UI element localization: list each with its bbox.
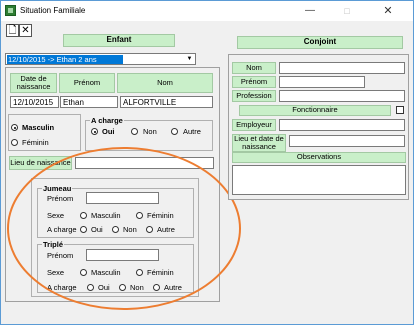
conjoint-employeur-button[interactable]: Employeur	[232, 119, 276, 131]
fonctionnaire-checkbox[interactable]	[396, 106, 404, 114]
enfant-selector-value: 12/10/2015 -> Ethan 2 ans	[7, 55, 123, 64]
jumeau-oui-radio[interactable]	[80, 226, 87, 233]
jumeau-non-label: Non	[123, 225, 137, 234]
triple-prenom-label: Prénom	[47, 251, 74, 260]
observations-button[interactable]: Observations	[232, 152, 406, 163]
lieu-naissance-field[interactable]	[75, 157, 214, 169]
triple-non-radio[interactable]	[119, 284, 126, 291]
jumeau-feminin-radio[interactable]	[136, 212, 143, 219]
a-charge-non-radio[interactable]	[131, 128, 138, 135]
jumeau-sexe-label: Sexe	[47, 211, 65, 220]
chevron-down-icon[interactable]: ▼	[185, 55, 194, 64]
jumeau-prenom-label: Prénom	[47, 194, 74, 203]
a-charge-oui-label: Oui	[102, 127, 115, 136]
triple-a-charge-label: A charge	[47, 283, 77, 292]
prenom-field[interactable]: Ethan	[60, 96, 118, 108]
jumeau-oui-label: Oui	[91, 225, 103, 234]
delete-icon[interactable]: ✕	[19, 24, 32, 37]
jumeau-autre-label: Autre	[157, 225, 175, 234]
enfant-header-button[interactable]: Enfant	[63, 34, 175, 47]
enfant-selector[interactable]: 12/10/2015 -> Ethan 2 ans ▼	[5, 53, 196, 65]
close-button[interactable]: ✕	[371, 1, 405, 21]
lieu-naissance-button[interactable]: Lieu de naissance	[9, 156, 72, 170]
masculin-radio[interactable]	[11, 124, 18, 131]
conjoint-prenom-button[interactable]: Prénom	[232, 76, 276, 88]
triple-non-label: Non	[130, 283, 144, 292]
maximize-button[interactable]: □	[330, 1, 364, 21]
triple-feminin-radio[interactable]	[136, 269, 143, 276]
a-charge-oui-radio[interactable]	[91, 128, 98, 135]
observations-textarea[interactable]	[232, 165, 406, 195]
jumeau-feminin-label: Féminin	[147, 211, 174, 220]
jumeau-masculin-label: Masculin	[91, 211, 121, 220]
triple-masculin-label: Masculin	[91, 268, 121, 277]
triple-masculin-radio[interactable]	[80, 269, 87, 276]
app-icon	[5, 5, 16, 16]
triple-sexe-label: Sexe	[47, 268, 65, 277]
conjoint-profession-field[interactable]	[279, 90, 405, 102]
window: Situation Familiale — □ ✕ 🗋 ✕ Enfant 12/…	[0, 0, 414, 325]
lieu-date-naissance-field[interactable]	[289, 135, 405, 147]
window-title: Situation Familiale	[20, 6, 86, 15]
conjoint-nom-button[interactable]: Nom	[232, 62, 276, 74]
jumeau-a-charge-label: A charge	[47, 225, 77, 234]
col-prenom[interactable]: Prénom	[59, 73, 115, 93]
triple-oui-label: Oui	[98, 283, 110, 292]
triple-title: Triplé	[42, 240, 65, 249]
a-charge-autre-radio[interactable]	[171, 128, 178, 135]
jumeau-masculin-radio[interactable]	[80, 212, 87, 219]
conjoint-employeur-field[interactable]	[279, 119, 405, 131]
jumeau-prenom-field[interactable]	[86, 192, 159, 204]
feminin-radio[interactable]	[11, 139, 18, 146]
conjoint-nom-field[interactable]	[279, 62, 405, 74]
nom-field[interactable]: ALFORTVILLE	[120, 96, 213, 108]
lieu-date-naissance-button[interactable]: Lieu et date de naissance	[232, 134, 286, 152]
triple-feminin-label: Féminin	[147, 268, 174, 277]
triple-prenom-field[interactable]	[86, 249, 159, 261]
triple-autre-radio[interactable]	[153, 284, 160, 291]
new-document-icon[interactable]: 🗋	[6, 24, 19, 37]
triple-autre-label: Autre	[164, 283, 182, 292]
conjoint-profession-button[interactable]: Profession	[232, 90, 276, 102]
conjoint-header-button[interactable]: Conjoint	[237, 36, 403, 49]
conjoint-prenom-field[interactable]	[279, 76, 365, 88]
jumeau-title: Jumeau	[42, 184, 73, 193]
jumeau-autre-radio[interactable]	[146, 226, 153, 233]
a-charge-non-label: Non	[143, 127, 157, 136]
a-charge-autre-label: Autre	[183, 127, 201, 136]
col-date-naissance[interactable]: Date de naissance	[10, 73, 57, 93]
masculin-label: Masculin	[22, 123, 55, 132]
title-bar: Situation Familiale — □ ✕	[1, 1, 413, 21]
col-nom[interactable]: Nom	[117, 73, 213, 93]
minimize-button[interactable]: —	[293, 1, 327, 21]
feminin-label: Féminin	[22, 138, 49, 147]
a-charge-title: A charge	[90, 116, 124, 125]
jumeau-non-radio[interactable]	[112, 226, 119, 233]
date-naissance-field[interactable]: 12/10/2015	[10, 96, 59, 108]
fonctionnaire-button[interactable]: Fonctionnaire	[239, 105, 391, 116]
triple-oui-radio[interactable]	[87, 284, 94, 291]
